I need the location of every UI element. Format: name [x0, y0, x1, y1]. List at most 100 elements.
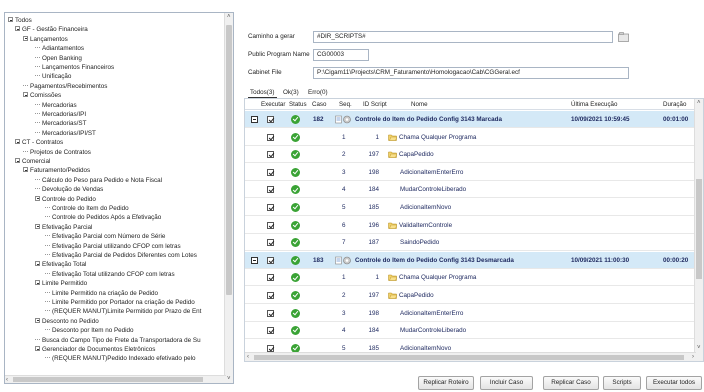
grid-scroll-thumb[interactable] — [696, 179, 702, 279]
executar-checkbox[interactable] — [267, 309, 274, 317]
tree-item[interactable]: Desconto por Item no Pedido — [45, 327, 134, 335]
tree-item[interactable]: Efetivação Parcial de Pedidos Diferentes… — [45, 252, 197, 260]
tree-item[interactable]: Mercadorias/IPI/ST — [35, 130, 96, 138]
tree-item[interactable]: Limite Permitido por Portador na criação… — [45, 299, 195, 307]
case-group-row[interactable]: 182 Controle do Item do Pedido Config 314… — [245, 111, 696, 128]
executar-checkbox[interactable] — [267, 116, 274, 123]
tree-item[interactable]: Open Banking — [35, 55, 82, 63]
tree-item[interactable]: Devolução de Vendas — [35, 186, 103, 194]
script-row[interactable]: 2 197 CapaPedido — [245, 146, 696, 164]
executar-checkbox[interactable] — [267, 256, 274, 264]
col-ultima-execucao[interactable]: Última Execução — [571, 99, 617, 110]
collapse-toggle-icon[interactable] — [15, 26, 20, 32]
collapse-row-icon[interactable] — [251, 116, 258, 123]
tree-item[interactable]: Limite Permitido — [35, 280, 87, 288]
collapse-toggle-icon[interactable] — [35, 346, 40, 351]
scroll-up-icon[interactable]: ˄ — [227, 13, 231, 21]
script-row[interactable]: 4 184 MudarControleLiberado — [245, 322, 696, 340]
collapse-toggle-icon[interactable] — [23, 35, 28, 41]
tree-item[interactable]: CT - Contratos — [15, 139, 63, 147]
tree-item[interactable]: Efetivação Parcial com Número de Série — [45, 233, 165, 241]
col-nome[interactable]: Nome — [411, 99, 428, 110]
script-row[interactable]: 3 198 AdicionaItemEnterErro — [245, 305, 696, 322]
tree-item[interactable]: Efetivação Parcial — [35, 223, 92, 232]
col-id-script[interactable]: ID Script — [363, 99, 387, 110]
tree-item[interactable]: Unificação — [35, 73, 71, 81]
col-duracao[interactable]: Duração — [663, 99, 686, 110]
replicar-roteiro-button[interactable]: Replicar Roteiro — [418, 376, 474, 390]
cabinet-field[interactable]: P:\Cigam11\Projects\CRM_Faturamento\Homo… — [313, 67, 629, 79]
tree-item[interactable]: Mercadorias — [35, 102, 77, 110]
scroll-down-icon[interactable]: ˅ — [697, 344, 701, 352]
grid-hscroll-thumb[interactable] — [254, 355, 684, 360]
tab-erro[interactable]: Erro(0) — [306, 88, 330, 98]
tree-item[interactable]: Efetivação Parcial utilizando CFOP com l… — [45, 243, 181, 251]
tree-item[interactable]: Efetivação Total — [35, 261, 86, 269]
scroll-left-icon[interactable]: ‹ — [6, 376, 8, 383]
collapse-toggle-icon[interactable] — [35, 280, 40, 286]
executar-checkbox[interactable] — [267, 186, 274, 194]
collapse-toggle-icon[interactable] — [15, 158, 20, 163]
script-row[interactable]: 3 198 AdicionaItemEnterErro — [245, 164, 696, 181]
col-seq[interactable]: Seq. — [339, 99, 352, 110]
script-row[interactable]: 1 1 Chama Qualquer Programa — [245, 129, 696, 146]
executar-checkbox[interactable] — [267, 344, 274, 352]
tree-scroll-thumb[interactable] — [226, 25, 232, 295]
tree-item[interactable]: Cálculo do Peso para Pedido e Nota Fisca… — [35, 177, 162, 185]
tree-item[interactable]: Comercial — [15, 158, 50, 166]
tree-vertical-scrollbar[interactable]: ˄ ˅ — [224, 13, 233, 383]
tree-item[interactable]: Comissões — [23, 92, 61, 100]
folder-open-icon[interactable] — [618, 32, 629, 42]
tree-item[interactable]: (REQUER MANUT)Limite Permitido por Prazo… — [45, 308, 201, 316]
tree-item[interactable]: Faturamento/Pedidos — [23, 167, 90, 175]
executar-checkbox[interactable] — [267, 133, 274, 141]
tree-item[interactable]: (REQUER MANUT)Pedido Indexado efetivado … — [45, 355, 196, 363]
collapse-toggle-icon[interactable] — [23, 167, 28, 173]
col-status[interactable]: Status — [289, 99, 307, 110]
executar-checkbox[interactable] — [267, 168, 274, 176]
col-caso[interactable]: Caso — [312, 99, 326, 110]
tree-item[interactable]: Gerenciador de Documentos Eletrônicos — [35, 346, 155, 354]
collapse-toggle-icon[interactable] — [35, 261, 40, 267]
caminho-field[interactable]: #DIR_SCRIPTS# — [313, 31, 613, 43]
executar-checkbox[interactable] — [267, 221, 274, 229]
collapse-toggle-icon[interactable] — [8, 17, 13, 22]
executar-checkbox[interactable] — [267, 327, 274, 335]
collapse-row-icon[interactable] — [251, 256, 258, 264]
incluir-caso-button[interactable]: Incluir Caso — [480, 376, 533, 390]
tree-item[interactable]: Efetivação Total utilizando CFOP com let… — [45, 271, 175, 279]
script-row[interactable]: 7 187 SaindoPedido — [245, 234, 696, 252]
script-row[interactable]: 5 185 AdicionaItemNovo — [245, 199, 696, 216]
tab-todos[interactable]: Todos(3) — [248, 88, 277, 98]
tree-item[interactable]: Projetos de Contratos — [23, 149, 91, 157]
executar-checkbox[interactable] — [267, 151, 274, 159]
col-executar[interactable]: Executar — [261, 99, 285, 110]
tree-item[interactable]: Todos — [8, 17, 32, 25]
grid-vertical-scrollbar[interactable]: ˄ ˅ — [694, 99, 703, 361]
tree-item[interactable]: Pagamentos/Recebimentos — [23, 83, 107, 91]
tree-item[interactable]: Lançamentos Financeiros — [35, 64, 114, 72]
case-group-row[interactable]: 183 Controle do Item do Pedido Config 314… — [245, 251, 696, 269]
tree-item[interactable]: Adiantamentos — [35, 45, 84, 53]
script-row[interactable]: 1 1 Chama Qualquer Programa — [245, 269, 696, 287]
script-row[interactable]: 4 184 MudarControleLiberado — [245, 181, 696, 199]
tree-item[interactable]: Lançamentos — [23, 35, 68, 44]
executar-checkbox[interactable] — [267, 274, 274, 282]
tree-item[interactable]: GF - Gestão Financeira — [15, 26, 88, 34]
collapse-toggle-icon[interactable] — [15, 139, 20, 145]
tree-item[interactable]: Controle do Pedidos Após a Efetivação — [45, 214, 161, 222]
executar-todos-button[interactable]: Executar todos — [646, 376, 702, 390]
collapse-toggle-icon[interactable] — [35, 195, 40, 201]
collapse-toggle-icon[interactable] — [23, 92, 28, 98]
tree-horizontal-scrollbar[interactable]: ‹ — [5, 375, 226, 383]
tab-ok[interactable]: Ok(3) — [281, 88, 301, 98]
tree-panel[interactable]: Todos GF - Gestão Financeira Lançamentos Ad… — [4, 12, 234, 384]
executar-checkbox[interactable] — [267, 204, 274, 211]
tree-item[interactable]: Limite Permitido na criação de Pedido — [45, 290, 158, 298]
tree-item[interactable]: Mercadorias/IPI — [35, 111, 86, 119]
collapse-toggle-icon[interactable] — [35, 317, 40, 323]
executar-checkbox[interactable] — [267, 292, 274, 299]
scroll-down-icon[interactable]: ˅ — [227, 375, 231, 383]
tree-hscroll-thumb[interactable] — [13, 377, 203, 382]
scroll-up-icon[interactable]: ˄ — [697, 99, 701, 107]
